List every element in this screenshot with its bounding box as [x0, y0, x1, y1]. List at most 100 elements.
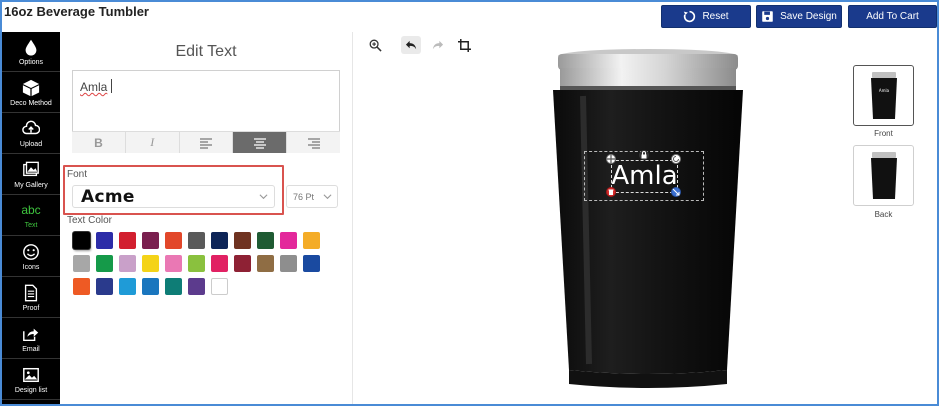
font-value: Acme [81, 186, 135, 207]
align-center-button[interactable] [233, 132, 288, 153]
sidebar-item-text[interactable]: abc Text [2, 196, 60, 236]
color-swatch[interactable] [280, 255, 297, 272]
reset-button[interactable]: Reset [661, 5, 751, 28]
align-left-icon [199, 137, 212, 149]
save-design-button[interactable]: Save Design [756, 5, 842, 28]
reset-icon [684, 10, 696, 23]
lock-handle[interactable] [639, 150, 649, 160]
proof-icon [24, 284, 38, 301]
sidebar-item-icons[interactable]: Icons [2, 237, 60, 277]
italic-label: I [150, 135, 155, 149]
redo-button[interactable] [427, 36, 447, 54]
rotate-icon [673, 156, 679, 162]
sidebar-item-label: Design list [14, 386, 48, 394]
color-swatch[interactable] [211, 255, 228, 272]
color-swatch[interactable] [257, 255, 274, 272]
color-swatch[interactable] [188, 255, 205, 272]
sidebar-item-design-list[interactable]: Design list [2, 360, 60, 400]
image-icon [23, 367, 39, 382]
text-caret [111, 79, 112, 93]
move-handle[interactable] [606, 154, 616, 164]
color-swatch[interactable] [234, 255, 251, 272]
delete-handle[interactable] [606, 187, 616, 197]
sidebar-item-upload[interactable]: Upload [2, 114, 60, 154]
sidebar-item-options[interactable]: Options [2, 32, 60, 72]
crop-button[interactable] [454, 36, 474, 54]
color-swatch[interactable] [165, 278, 182, 295]
sidebar-item-email[interactable]: Email [2, 319, 60, 359]
color-swatch[interactable] [165, 232, 182, 249]
italic-button[interactable]: I [125, 132, 180, 153]
resize-handle[interactable] [671, 187, 681, 197]
color-swatch[interactable] [119, 232, 136, 249]
color-swatch[interactable] [257, 232, 274, 249]
align-right-button[interactable] [287, 132, 340, 153]
sidebar-item-deco-method[interactable]: Deco Method [2, 73, 60, 113]
sidebar-item-my-gallery[interactable]: My Gallery [2, 155, 60, 195]
sidebar-item-label: Deco Method [10, 99, 52, 107]
redo-icon [432, 40, 443, 49]
color-swatch[interactable] [119, 255, 136, 272]
color-swatch[interactable] [165, 255, 182, 272]
zoom-button[interactable] [365, 36, 385, 54]
front-thumbnail-image: Amla [870, 71, 897, 119]
color-swatch[interactable] [96, 278, 113, 295]
sidebar-item-label: Icons [22, 263, 40, 271]
color-swatch[interactable] [119, 278, 136, 295]
color-swatch[interactable] [96, 255, 113, 272]
zoom-in-icon [369, 39, 382, 52]
color-swatch[interactable] [142, 232, 159, 249]
resize-icon [672, 188, 680, 196]
color-swatch[interactable] [188, 232, 205, 249]
bold-button[interactable]: B [72, 132, 126, 153]
thumb-design-text: Amla [878, 88, 889, 93]
color-swatch[interactable] [211, 232, 228, 249]
design-canvas: Amla Amla Front Back [352, 32, 937, 404]
color-swatch[interactable] [73, 278, 90, 295]
color-swatch[interactable] [73, 232, 90, 249]
view-thumb-back[interactable] [853, 145, 914, 206]
design-text-object[interactable]: Amla [611, 158, 678, 194]
save-label: Save Design [780, 11, 837, 22]
gallery-icon [23, 161, 39, 176]
reset-label: Reset [702, 11, 729, 22]
color-swatch[interactable] [303, 232, 320, 249]
color-swatch[interactable] [142, 278, 159, 295]
font-size-dropdown[interactable]: 76 Pt [286, 185, 338, 208]
abc-icon: abc [21, 202, 41, 217]
sidebar-item-label: Text [24, 221, 38, 229]
format-toolbar: B I [72, 131, 340, 153]
color-swatch[interactable] [234, 232, 251, 249]
sidebar-item-label: My Gallery [14, 181, 48, 189]
bold-label: B [94, 135, 103, 150]
color-swatch[interactable] [280, 232, 297, 249]
sidebar-item-proof[interactable]: Proof [2, 278, 60, 318]
view-thumb-front[interactable]: Amla [853, 65, 914, 126]
color-swatch[interactable] [188, 278, 205, 295]
view-label-front: Front [874, 129, 893, 138]
color-swatch[interactable] [73, 255, 90, 272]
view-label-back: Back [874, 210, 893, 219]
drop-icon [25, 39, 37, 56]
color-swatch[interactable] [96, 232, 113, 249]
align-left-button[interactable] [179, 132, 234, 153]
color-swatch[interactable] [303, 255, 320, 272]
text-input-value: Amla [80, 80, 108, 94]
font-dropdown[interactable]: Acme [72, 185, 275, 208]
chevron-down-icon [259, 194, 268, 200]
top-bar: 16oz Beverage Tumbler Reset Save Design … [2, 2, 937, 32]
rotate-handle[interactable] [671, 154, 681, 164]
box-icon [22, 79, 40, 96]
sidebar-item-label: Upload [19, 140, 43, 148]
add-to-cart-button[interactable]: Add To Cart [848, 5, 937, 28]
smiley-icon [23, 243, 39, 260]
cart-label: Add To Cart [866, 11, 919, 22]
sidebar: Options Deco Method Upload My Gallery ab… [2, 32, 60, 404]
font-size-value: 76 Pt [293, 191, 315, 202]
undo-button[interactable] [401, 36, 421, 54]
color-swatch[interactable] [211, 278, 228, 295]
crop-icon [457, 38, 471, 52]
save-icon [762, 11, 773, 22]
align-right-icon [307, 137, 320, 149]
color-swatch[interactable] [142, 255, 159, 272]
